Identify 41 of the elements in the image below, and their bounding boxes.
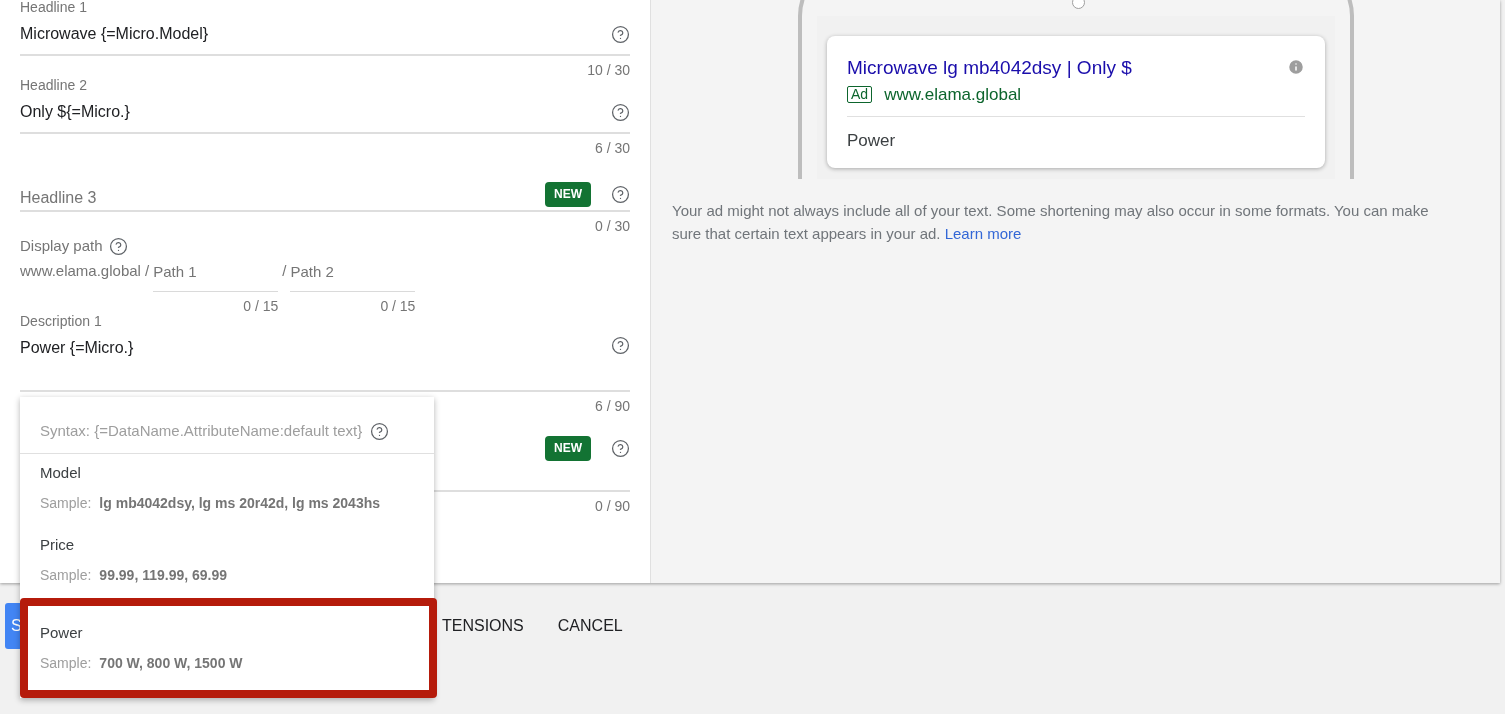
ad-headline[interactable]: Microwave lg mb4042dsy | Only $ <box>847 56 1132 80</box>
field-label: Headline 1 <box>20 0 87 14</box>
ad-url: www.elama.global <box>884 84 1022 106</box>
field-label: Description 1 <box>20 314 102 329</box>
display-domain: www.elama.global / <box>20 261 151 281</box>
field-value[interactable]: Only ${=Micro.} <box>20 100 130 124</box>
character-counter: 0 / 15 <box>243 298 279 315</box>
field-value[interactable]: Microwave {=Micro.Model} <box>20 22 209 46</box>
syntax-hint: Syntax: {=DataName.AttributeName:default text} <box>40 420 363 441</box>
path-separator: / <box>281 261 288 281</box>
path-field[interactable]: Path 2 <box>290 261 416 293</box>
field-label: Display path <box>20 235 103 256</box>
help-icon[interactable] <box>611 439 630 459</box>
ad-label: Ad <box>847 86 873 104</box>
character-counter: 6 / 30 <box>594 140 630 156</box>
field-value[interactable]: Power {=Micro.} <box>20 336 134 361</box>
new-badge: NEW <box>545 436 591 462</box>
field-placeholder[interactable]: Headline 3 <box>20 170 97 210</box>
character-counter: 10 / 30 <box>587 62 630 78</box>
path-field[interactable]: Path 1 <box>153 261 279 293</box>
help-icon[interactable] <box>611 336 630 356</box>
help-icon[interactable] <box>370 421 390 441</box>
help-icon[interactable] <box>108 236 128 256</box>
help-icon[interactable] <box>611 102 630 122</box>
learn-more-link[interactable]: Learn more <box>944 225 1022 242</box>
character-counter: 6 / 90 <box>594 398 630 415</box>
field-label: Headline 2 <box>20 78 87 92</box>
character-counter: 0 / 30 <box>594 218 630 234</box>
help-icon[interactable] <box>611 24 630 44</box>
attribute-option[interactable]: Power Sample: 700 W, 800 W, 1500 W <box>20 598 437 698</box>
help-icon[interactable] <box>611 184 630 204</box>
preview-note: Your ad might not always include all of your text. Some shortening may also occur in some formats. You can make sure that certain text appears in your ad. Learn more <box>671 201 1430 244</box>
ad-description: Power <box>847 130 896 150</box>
text-button[interactable]: CANCEL <box>555 603 625 649</box>
text-button[interactable]: TENSIONS <box>440 603 526 649</box>
attribute-option[interactable]: Model Sample: lg mb4042dsy, lg ms 20r42d, lg ms 2043hs <box>20 454 434 526</box>
character-counter: 0 / 90 <box>594 498 630 515</box>
attribute-option[interactable]: Price Sample: 99.99, 119.99, 69.99 <box>20 526 434 598</box>
character-counter: 0 / 15 <box>380 298 416 315</box>
new-badge: NEW <box>545 181 591 207</box>
info-icon[interactable] <box>1287 58 1305 76</box>
